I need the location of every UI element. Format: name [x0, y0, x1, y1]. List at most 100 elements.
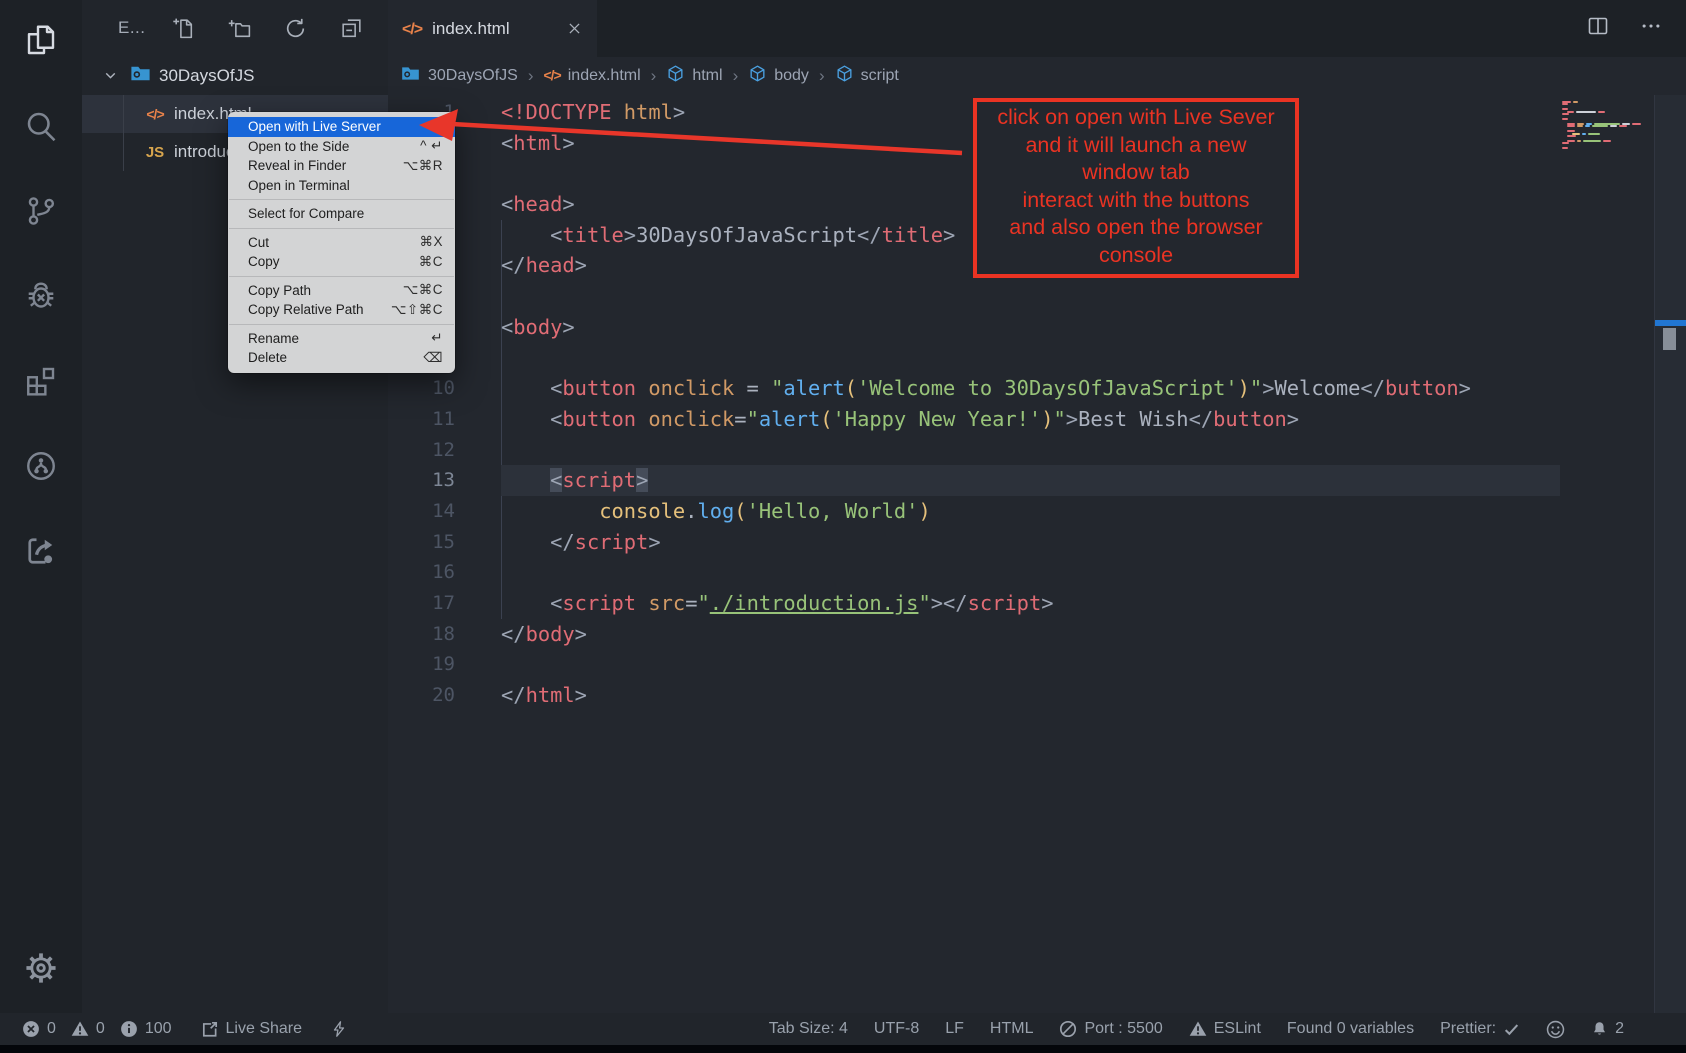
menu-item-copy[interactable]: Copy⌘C [228, 252, 455, 272]
search-icon[interactable] [22, 107, 60, 145]
status-label: Tab Size: 4 [769, 1020, 848, 1038]
minimap[interactable] [1562, 101, 1652, 150]
js-file-icon: JS [140, 142, 170, 162]
overview-ruler-marker [1655, 320, 1686, 326]
menu-item-copy-path[interactable]: Copy Path ⌥⌘C [228, 281, 455, 301]
run-debug-icon[interactable] [22, 277, 60, 315]
menu-item-open-in-terminal[interactable]: Open in Terminal [228, 176, 455, 196]
new-folder-icon[interactable] [226, 15, 252, 41]
menu-item-label: Copy [248, 254, 280, 269]
line-content: </html> [501, 680, 1560, 711]
code-line-7[interactable]: 7 [388, 281, 1560, 312]
scrollbar[interactable] [1654, 95, 1686, 1013]
status-utf-8[interactable]: UTF-8 [874, 1020, 919, 1038]
code-line-12[interactable]: 12 [388, 435, 1560, 466]
chevron-down-icon [102, 67, 119, 84]
breadcrumb-item-30daysofjs[interactable]: 30DaysOfJS [400, 63, 518, 89]
breadcrumb-label: html [692, 67, 722, 85]
code-line-10[interactable]: 10 <button onclick = "alert('Welcome to … [388, 373, 1560, 404]
menu-item-select-for-compare[interactable]: Select for Compare [228, 204, 455, 224]
menu-item-open-with-live-server[interactable]: Open with Live Server [228, 117, 455, 137]
status-port-5500[interactable]: Port : 5500 [1059, 1020, 1162, 1038]
breadcrumb-item-index-html[interactable]: </>index.html [543, 67, 640, 85]
activity-bar [0, 0, 82, 1013]
live-share-icon[interactable] [22, 532, 60, 570]
code-line-13[interactable]: 13 <script> [388, 465, 1560, 496]
html-file-icon: </> [140, 104, 170, 124]
split-editor-icon[interactable] [1586, 14, 1610, 43]
tree-item-folder-30daysofjs[interactable]: 30DaysOfJS [82, 56, 388, 95]
code-line-20[interactable]: 20 </html> [388, 680, 1560, 711]
menu-item-open-to-the-side[interactable]: Open to the Side^ ↵ [228, 137, 455, 157]
status-eslint[interactable]: ESLint [1189, 1020, 1261, 1038]
menu-item-shortcut: ⌘X [419, 234, 443, 250]
status-0[interactable]: 0 [71, 1020, 105, 1038]
menu-item-label: Reveal in Finder [248, 158, 346, 173]
code-line-11[interactable]: 11 <button onclick="alert('Happy New Yea… [388, 404, 1560, 435]
menu-item-label: Copy Relative Path [248, 302, 364, 317]
code-line-8[interactable]: 8<body> [388, 312, 1560, 343]
explorer-icon[interactable] [22, 22, 60, 60]
status-100[interactable]: 100 [120, 1020, 172, 1038]
extensions-icon[interactable] [22, 362, 60, 400]
status-0[interactable]: 0 [22, 1020, 56, 1038]
cube-icon [835, 64, 854, 88]
menu-item-shortcut: ⌫ [423, 350, 443, 366]
code-line-16[interactable]: 16 [388, 557, 1560, 588]
code-line-15[interactable]: 15 </script> [388, 527, 1560, 558]
more-actions-icon[interactable] [1640, 15, 1662, 42]
status-bar-left: 00 100 Live Share [22, 1020, 347, 1038]
code-line-9[interactable]: 9 [388, 343, 1560, 374]
status-bar: 00 100 Live Share Tab Size: 4 UTF-8 LF HTML Po… [0, 1013, 1686, 1045]
breadcrumb-separator: › [651, 66, 657, 86]
line-content [501, 281, 1560, 312]
settings-gear-icon[interactable] [22, 949, 60, 987]
line-number: 20 [388, 680, 455, 711]
menu-item-cut[interactable]: Cut⌘X [228, 233, 455, 253]
status-label: HTML [990, 1020, 1034, 1038]
breadcrumb-item-script[interactable]: script [835, 64, 899, 88]
line-number: 14 [388, 496, 455, 527]
status-prettier[interactable]: Prettier: [1440, 1020, 1520, 1038]
scrollbar-thumb[interactable] [1663, 328, 1676, 350]
tree-indent-guide [123, 95, 124, 171]
line-number: 16 [388, 557, 455, 588]
close-icon[interactable] [566, 20, 583, 37]
status-lf[interactable]: LF [945, 1020, 964, 1038]
status-2[interactable]: 2 [1591, 1020, 1624, 1038]
breadcrumb-separator: › [528, 66, 534, 86]
status-smiley-icon[interactable] [1546, 1020, 1565, 1039]
breadcrumb-separator: › [733, 66, 739, 86]
new-file-icon[interactable] [170, 15, 196, 41]
code-line-18[interactable]: 18</body> [388, 619, 1560, 650]
menu-item-shortcut: ⌥⌘C [403, 282, 443, 298]
status-label: ESLint [1214, 1020, 1261, 1038]
line-content: <button onclick="alert('Happy New Year!'… [501, 404, 1560, 435]
menu-separator [229, 228, 454, 229]
menu-item-delete[interactable]: Delete⌫ [228, 348, 455, 368]
menu-item-label: Copy Path [248, 283, 311, 298]
status-live-share[interactable]: Live Share [201, 1020, 303, 1038]
status-html[interactable]: HTML [990, 1020, 1034, 1038]
breadcrumb-item-html[interactable]: html [666, 64, 722, 88]
breadcrumb-item-body[interactable]: body [748, 64, 809, 88]
source-control-icon[interactable] [22, 192, 60, 230]
slash-icon [1059, 1020, 1077, 1038]
refresh-icon[interactable] [282, 15, 308, 41]
code-line-17[interactable]: 17 <script src="./introduction.js"></scr… [388, 588, 1560, 619]
collapse-all-icon[interactable] [338, 15, 364, 41]
status-tab-size-4[interactable]: Tab Size: 4 [769, 1020, 848, 1038]
menu-item-shortcut: ⌥⌘R [403, 158, 443, 174]
line-content: </script> [501, 527, 1560, 558]
status-bolt-icon[interactable] [331, 1020, 347, 1038]
code-icon: </> [543, 67, 560, 85]
folder-icon [125, 62, 155, 90]
menu-item-reveal-in-finder[interactable]: Reveal in Finder ⌥⌘R [228, 156, 455, 176]
tab-index-html[interactable]: </> index.html [388, 0, 597, 57]
status-found-0-variables[interactable]: Found 0 variables [1287, 1020, 1414, 1038]
menu-item-rename[interactable]: Rename↵ [228, 329, 455, 349]
menu-item-copy-relative-path[interactable]: Copy Relative Path⌥⇧⌘C [228, 300, 455, 320]
git-graph-icon[interactable] [22, 447, 60, 485]
code-line-19[interactable]: 19 [388, 649, 1560, 680]
code-line-14[interactable]: 14 console.log('Hello, World') [388, 496, 1560, 527]
